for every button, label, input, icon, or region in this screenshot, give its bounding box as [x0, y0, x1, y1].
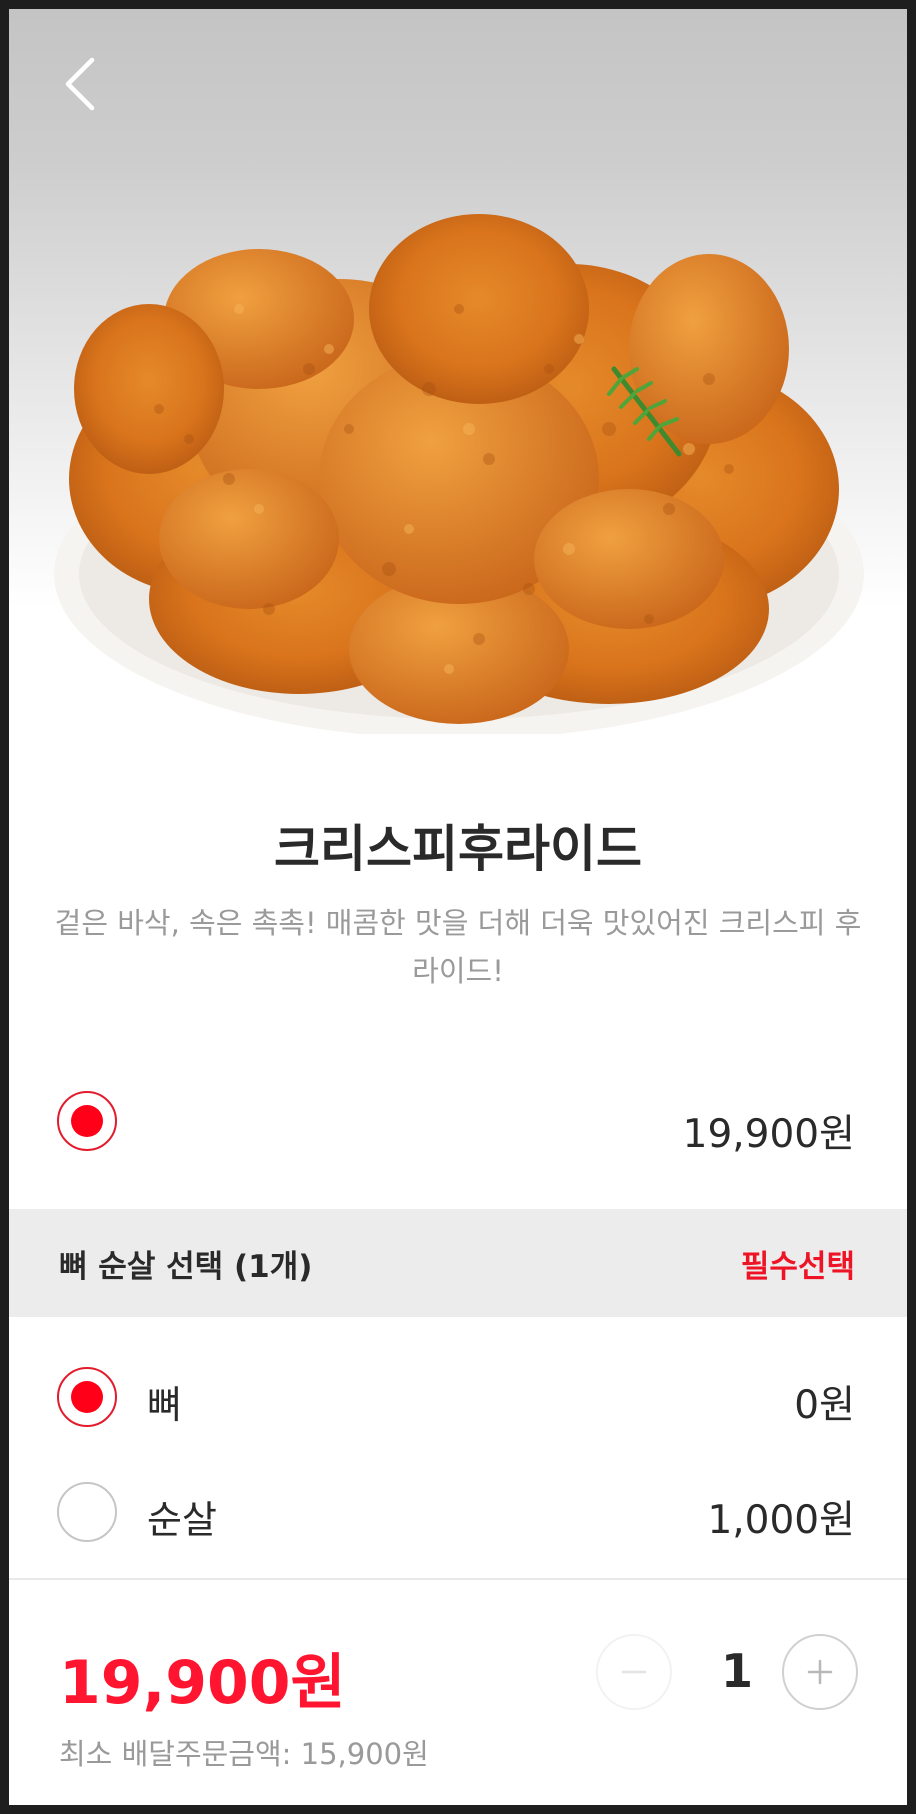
- product-title: 크리스피후라이드: [274, 820, 642, 878]
- minus-icon: [621, 1670, 647, 1674]
- product-detail-screen: 크리스피후라이드 겉은 바삭, 속은 촉촉! 매콤한 맛을 더해 더욱 맛있어진…: [9, 9, 907, 1805]
- option-label: 뼈: [147, 1383, 182, 1427]
- required-badge: 필수선택: [740, 1249, 855, 1285]
- option-price: 0원: [794, 1383, 855, 1428]
- base-price-radio[interactable]: [57, 1091, 117, 1151]
- plus-icon: [807, 1659, 833, 1685]
- option-label: 순살: [147, 1498, 217, 1542]
- option-group-header: 뼈 순살 선택 (1개) 필수선택: [9, 1209, 907, 1317]
- option-radio[interactable]: [57, 1482, 117, 1542]
- option-group-title: 뼈 순살 선택 (1개): [59, 1249, 313, 1285]
- back-button[interactable]: [49, 49, 109, 119]
- product-description: 겉은 바삭, 속은 촉촉! 매콤한 맛을 더해 더욱 맛있어진 크리스피 후라이…: [54, 906, 862, 988]
- min-order-amount: 최소 배달주문금액: 15,900원: [59, 1737, 429, 1771]
- chevron-left-icon: [65, 57, 95, 111]
- base-price: 19,900원: [682, 1112, 855, 1157]
- product-image: [9, 9, 907, 734]
- quantity-value: 1: [720, 1644, 753, 1698]
- total-price: 19,900원: [59, 1648, 346, 1718]
- footer-divider: [9, 1578, 907, 1580]
- decrease-quantity-button[interactable]: [596, 1634, 672, 1710]
- option-radio[interactable]: [57, 1367, 117, 1427]
- fried-chicken-illustration: [54, 214, 864, 734]
- option-price: 1,000원: [707, 1498, 855, 1543]
- increase-quantity-button[interactable]: [782, 1634, 858, 1710]
